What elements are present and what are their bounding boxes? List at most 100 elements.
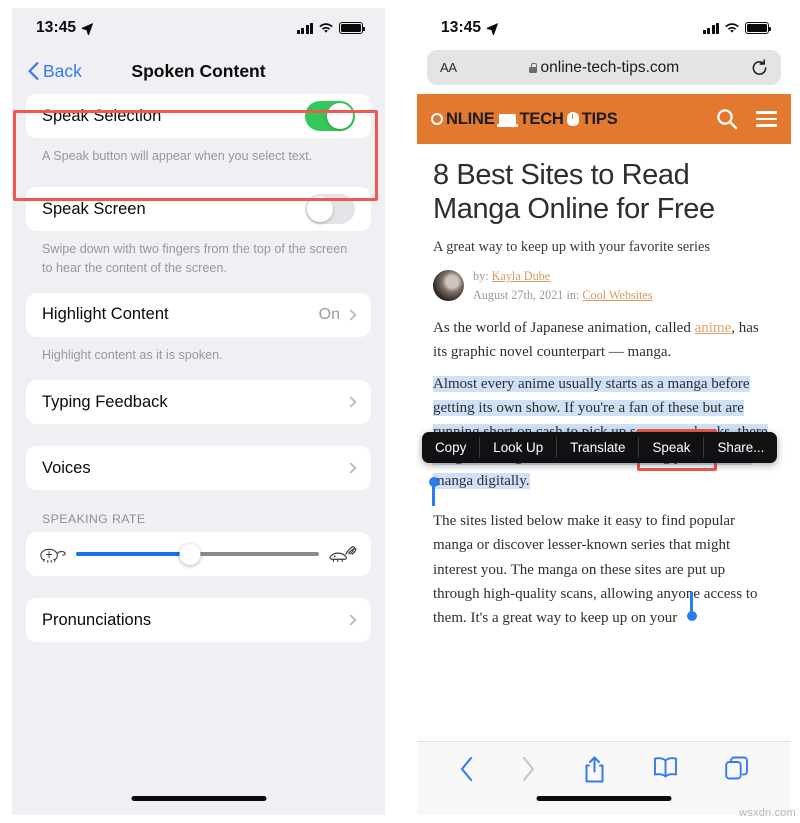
back-button[interactable]: Back — [28, 61, 82, 82]
author-avatar — [433, 270, 464, 302]
url-display[interactable]: online-tech-tips.com — [528, 58, 680, 77]
row-speak-selection[interactable]: Speak Selection — [26, 94, 371, 138]
battery-full-icon — [745, 22, 772, 34]
cellular-signal-icon — [296, 22, 313, 34]
location-arrow-icon — [486, 22, 499, 35]
hare-icon — [329, 546, 357, 563]
back-label: Back — [43, 60, 82, 81]
row-typing-feedback[interactable]: Typing Feedback — [26, 380, 371, 424]
speaking-rate-slider[interactable] — [76, 543, 319, 565]
safari-url-bar[interactable]: AA online-tech-tips.com — [427, 50, 781, 85]
highlight-content-value: On — [318, 305, 340, 323]
article-date: August 27th, 2021 in: — [473, 287, 580, 302]
chevron-left-icon — [28, 62, 39, 80]
article-paragraph-3: The sites listed below make it easy to f… — [433, 513, 758, 627]
article-subtitle: A great way to keep up with your favorit… — [433, 239, 710, 256]
row-voices[interactable]: Voices — [26, 446, 371, 490]
popup-item-translate[interactable]: Translate — [557, 432, 638, 463]
voices-card: Voices — [26, 446, 371, 490]
hamburger-menu-icon[interactable] — [756, 111, 777, 127]
speak-screen-label: Speak Screen — [42, 199, 146, 218]
mouse-icon — [566, 112, 579, 126]
home-indicator — [536, 796, 672, 801]
watermark: wsxdn.com — [739, 807, 796, 819]
location-arrow-icon — [81, 22, 94, 35]
site-logo[interactable]: NLINE TECH TIPS — [431, 110, 618, 129]
slider-fill — [76, 552, 191, 556]
highlight-content-footnote: Highlight content as it is spoken. — [42, 347, 223, 362]
speak-selection-toggle[interactable] — [305, 101, 355, 131]
speaking-rate-card — [26, 532, 371, 576]
chevron-right-icon — [345, 614, 357, 626]
safari-bottom-toolbar — [417, 741, 791, 815]
slider-thumb[interactable] — [179, 543, 201, 565]
speak-selection-label: Speak Selection — [42, 106, 162, 125]
logo-text-tips: TIPS — [581, 109, 618, 128]
chevron-right-icon — [345, 309, 357, 321]
byline-prefix: by: — [473, 269, 489, 284]
speak-selection-footnote: A Speak button will appear when you sele… — [42, 149, 313, 163]
logo-text-online: NLINE — [446, 109, 495, 128]
safari-url-bar-wrap: AA online-tech-tips.com — [417, 48, 791, 94]
chevron-left-icon[interactable] — [459, 756, 474, 782]
tabs-icon[interactable] — [725, 756, 749, 780]
site-header-icons — [716, 108, 777, 130]
right-status-bar: 13:45 — [417, 8, 791, 48]
logo-o-ring-icon — [431, 113, 443, 125]
popup-item-copy[interactable]: Copy — [422, 432, 479, 463]
byline-text: by: Kayla Dube August 27th, 2021 in: Coo… — [473, 267, 653, 304]
left-phone-screen: 13:45 Back Spoken Content Speak Selectio… — [12, 8, 385, 815]
popup-pointer-tail — [591, 462, 608, 463]
row-highlight-content[interactable]: Highlight Content On — [26, 293, 371, 337]
speak-screen-toggle[interactable] — [305, 194, 355, 225]
settings-nav-bar: Back Spoken Content — [12, 48, 385, 94]
pronunciations-label: Pronunciations — [42, 610, 152, 629]
speaking-rate-header: SPEAKING RATE — [42, 512, 146, 526]
article-paragraph-1: As the world of Japanese animation, call… — [433, 316, 775, 365]
row-speak-screen[interactable]: Speak Screen — [26, 187, 371, 231]
chevron-right-icon[interactable] — [521, 756, 536, 782]
status-time-group: 13:45 — [36, 19, 94, 37]
left-status-bar: 13:45 — [12, 8, 385, 48]
popup-item-share[interactable]: Share... — [704, 432, 777, 463]
typing-feedback-label: Typing Feedback — [42, 392, 168, 411]
popup-item-speak[interactable]: Speak — [639, 432, 703, 463]
reload-icon[interactable] — [751, 58, 768, 77]
url-text: online-tech-tips.com — [540, 58, 680, 76]
article-body: 8 Best Sites to Read Manga Online for Fr… — [417, 144, 791, 631]
settings-list: Speak Selection A Speak button will appe… — [12, 94, 385, 642]
pronunciations-card: Pronunciations — [26, 598, 371, 642]
cellular-signal-icon — [702, 22, 719, 34]
book-icon[interactable] — [653, 756, 678, 779]
voices-label: Voices — [42, 458, 91, 477]
battery-full-icon — [339, 22, 366, 34]
row-pronunciations[interactable]: Pronunciations — [26, 598, 371, 642]
text-selection-popup: Copy Look Up Translate Speak Share... — [422, 432, 778, 463]
status-time-group: 13:45 — [441, 19, 499, 37]
highlight-content-label: Highlight Content — [42, 305, 169, 324]
wifi-icon — [319, 23, 333, 33]
laptop-icon — [496, 113, 518, 127]
paragraph1-before: As the world of Japanese animation, call… — [433, 320, 695, 337]
category-link[interactable]: Cool Websites — [582, 288, 652, 302]
share-icon[interactable] — [584, 756, 605, 783]
status-time: 13:45 — [36, 19, 77, 36]
chevron-right-icon — [345, 396, 357, 408]
article-byline: by: Kayla Dube August 27th, 2021 in: Coo… — [433, 267, 775, 304]
wifi-icon — [725, 23, 739, 33]
selection-start-handle[interactable] — [428, 477, 439, 506]
search-icon[interactable] — [716, 108, 738, 130]
home-indicator — [131, 796, 266, 801]
anime-link[interactable]: anime — [695, 320, 732, 336]
author-link[interactable]: Kayla Dube — [492, 269, 551, 283]
status-indicators — [702, 22, 772, 34]
popup-item-look-up[interactable]: Look Up — [480, 432, 556, 463]
selection-end-handle[interactable] — [686, 592, 697, 621]
speak-selection-card: Speak Selection — [26, 94, 371, 138]
text-size-button[interactable]: AA — [440, 60, 457, 75]
highlight-content-right: On — [318, 305, 357, 324]
lock-icon — [528, 62, 537, 73]
highlight-content-card: Highlight Content On — [26, 292, 371, 337]
screenshot-root: 13:45 Back Spoken Content Speak Selectio… — [0, 0, 800, 823]
article-title: 8 Best Sites to Read Manga Online for Fr… — [433, 159, 715, 226]
